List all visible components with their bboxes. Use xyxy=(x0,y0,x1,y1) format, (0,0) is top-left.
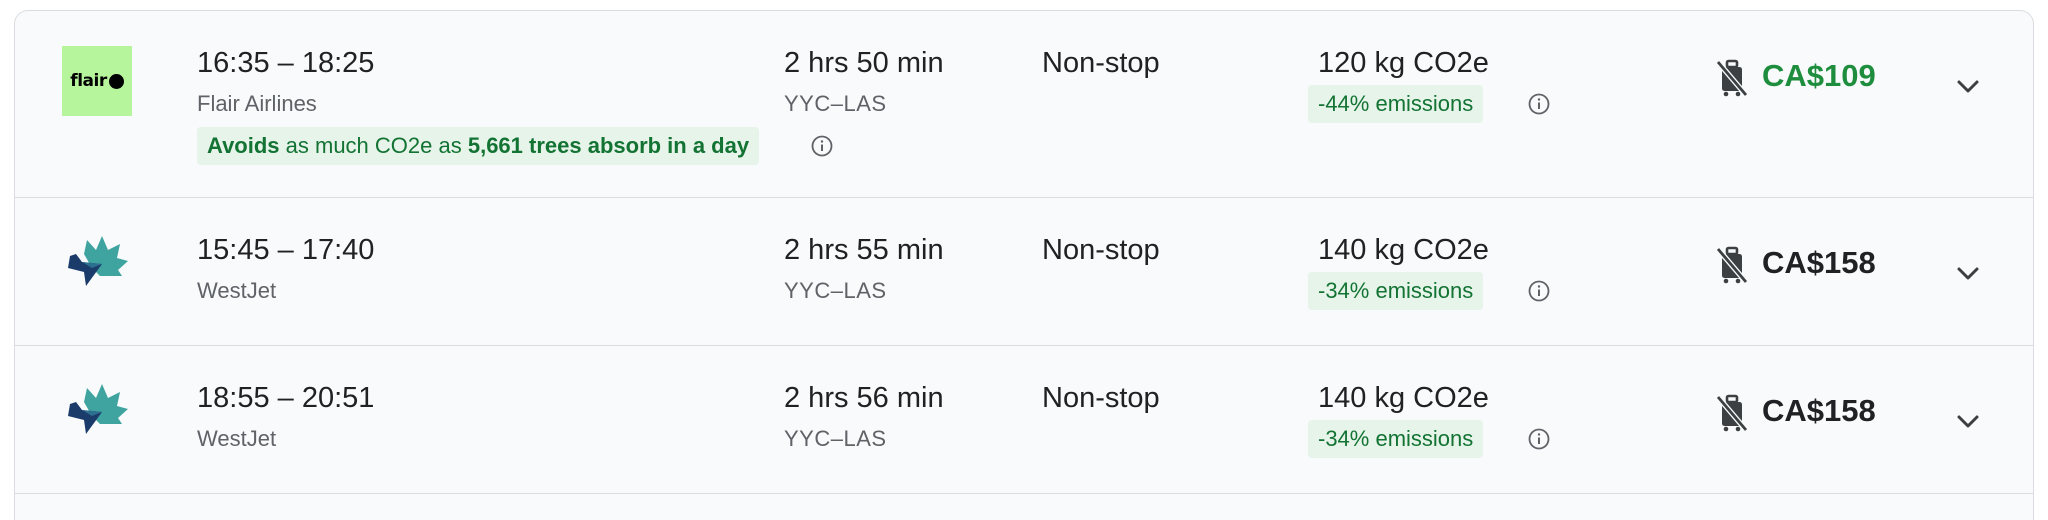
westjet-logo xyxy=(68,384,128,434)
flight-duration: 2 hrs 56 min xyxy=(784,382,944,414)
flight-duration: 2 hrs 50 min xyxy=(784,47,944,79)
emissions-badge: -34% emissions xyxy=(1308,420,1484,458)
flight-emissions: 120 kg CO2e xyxy=(1318,47,1489,79)
emissions-savings-banner: Avoids as much CO2e as 5,661 trees absor… xyxy=(197,127,760,165)
no-carry-on-bag-icon xyxy=(1715,59,1749,97)
flight-row[interactable]: 18:55 – 20:51 WestJet 2 hrs 56 min YYC–L… xyxy=(15,346,2033,494)
chevron-down-icon[interactable] xyxy=(1953,406,1983,436)
flight-duration: 2 hrs 55 min xyxy=(784,234,944,266)
flight-emissions: 140 kg CO2e xyxy=(1318,382,1489,414)
info-icon[interactable] xyxy=(810,134,834,158)
flight-emissions: 140 kg CO2e xyxy=(1318,234,1489,266)
emissions-badge: -44% emissions xyxy=(1308,85,1484,123)
emissions-badge: -34% emissions xyxy=(1308,272,1484,310)
eco-banner-text-1: Avoids xyxy=(207,133,280,158)
flight-price: CA$109 xyxy=(1762,58,1876,93)
no-carry-on-bag-icon xyxy=(1715,394,1749,432)
flair-logo-text: flair xyxy=(70,71,107,91)
flight-route: YYC–LAS xyxy=(784,278,887,303)
flight-stops: Non-stop xyxy=(1042,234,1160,266)
flight-stops: Non-stop xyxy=(1042,47,1160,79)
flair-airlines-logo: flair xyxy=(62,46,132,116)
flight-price: CA$158 xyxy=(1762,393,1876,428)
eco-banner-text-3: 5,661 trees absorb in a day xyxy=(467,133,750,158)
flight-results-list: flair 16:35 – 18:25 Flair Airlines Avoid… xyxy=(14,10,2034,520)
chevron-down-icon[interactable] xyxy=(1953,71,1983,101)
flight-route: YYC–LAS xyxy=(784,91,887,116)
airline-name: WestJet xyxy=(197,278,277,303)
info-icon[interactable] xyxy=(1527,279,1551,303)
flight-times: 15:45 – 17:40 xyxy=(197,234,375,266)
flight-route: YYC–LAS xyxy=(784,426,887,451)
flight-times: 16:35 – 18:25 xyxy=(197,47,375,79)
westjet-logo xyxy=(68,236,128,286)
flight-stops: Non-stop xyxy=(1042,382,1160,414)
airline-name: WestJet xyxy=(197,426,277,451)
info-icon[interactable] xyxy=(1527,427,1551,451)
flight-row[interactable]: 15:45 – 17:40 WestJet 2 hrs 55 min YYC–L… xyxy=(15,198,2033,346)
flight-times: 18:55 – 20:51 xyxy=(197,382,375,414)
chevron-down-icon[interactable] xyxy=(1953,258,1983,288)
eco-banner-text-2: as much CO2e as xyxy=(279,133,468,158)
flight-row[interactable]: flair 16:35 – 18:25 Flair Airlines Avoid… xyxy=(15,11,2033,198)
flight-price: CA$158 xyxy=(1762,245,1876,280)
airline-name: Flair Airlines xyxy=(197,91,317,116)
no-carry-on-bag-icon xyxy=(1715,246,1749,284)
info-icon[interactable] xyxy=(1527,92,1551,116)
